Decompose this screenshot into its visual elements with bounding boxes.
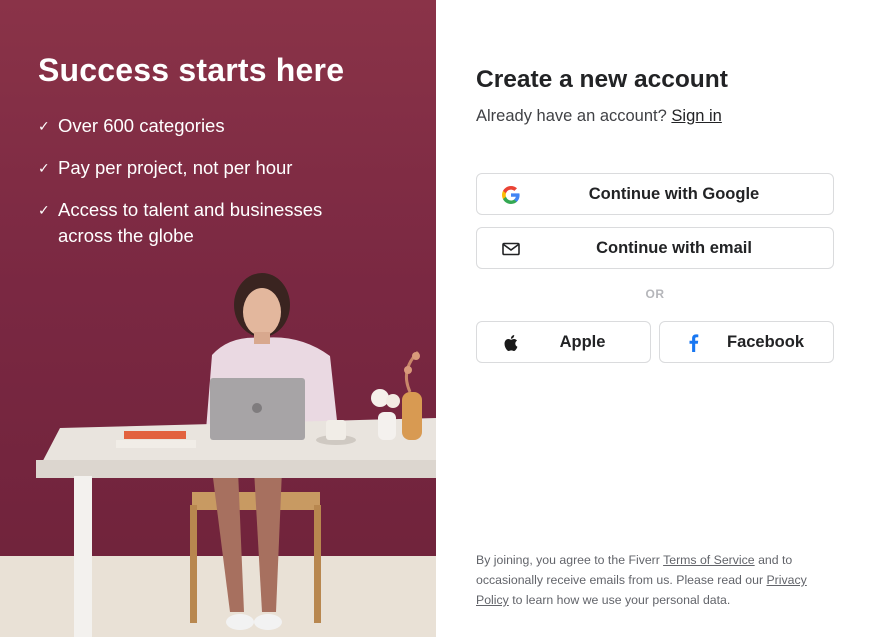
email-button-label: Continue with email: [596, 238, 752, 257]
signin-prompt: Already have an account? Sign in: [476, 107, 722, 126]
facebook-icon: [689, 334, 699, 352]
legal-prefix: By joining, you agree to the Fiverr: [476, 553, 660, 567]
google-button-label: Continue with Google: [588, 184, 760, 203]
bullet-text: Pay per project, not per hour: [58, 157, 293, 178]
already-have-account-text: Already have an account?: [476, 107, 667, 125]
legal-suffix: to learn how we use your personal data.: [512, 593, 731, 607]
promo-bullets: ✓ Over 600 categories ✓ Pay per project,…: [38, 113, 368, 265]
apple-button[interactable]: Apple: [476, 321, 651, 363]
mail-icon: [502, 242, 520, 256]
legal-disclaimer: By joining, you agree to the Fiverr Term…: [476, 550, 836, 610]
promo-bullet-pricing: ✓ Pay per project, not per hour: [38, 155, 368, 181]
check-icon: ✓: [38, 118, 50, 134]
continue-with-email-button[interactable]: Continue with email: [476, 227, 834, 269]
check-icon: ✓: [38, 160, 50, 176]
bullet-text: Access to talent and businesses across t…: [58, 199, 323, 246]
signup-panel: Create a new account Already have an acc…: [436, 0, 873, 637]
check-icon: ✓: [38, 202, 50, 218]
page-title: Create a new account: [476, 66, 728, 93]
signin-link[interactable]: Sign in: [671, 107, 721, 125]
or-divider: OR: [645, 287, 665, 301]
promo-illustration: [0, 273, 436, 637]
promo-bullet-talent: ✓ Access to talent and businesses across…: [38, 197, 368, 249]
google-icon: [502, 186, 520, 204]
terms-of-service-link[interactable]: Terms of Service: [663, 553, 755, 567]
continue-with-google-button[interactable]: Continue with Google: [476, 173, 834, 215]
apple-icon: [504, 335, 518, 351]
facebook-button[interactable]: Facebook: [659, 321, 834, 363]
bullet-text: Over 600 categories: [58, 115, 225, 136]
promo-panel: Success starts here ✓ Over 600 categorie…: [0, 0, 436, 637]
promo-bullet-categories: ✓ Over 600 categories: [38, 113, 368, 139]
promo-headline: Success starts here: [38, 52, 345, 88]
apple-button-label: Apple: [559, 332, 606, 351]
facebook-button-label: Facebook: [726, 332, 805, 351]
